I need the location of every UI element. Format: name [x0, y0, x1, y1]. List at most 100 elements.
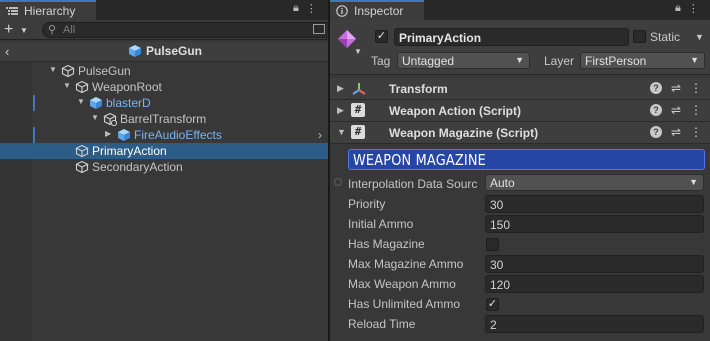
component-menu-icon[interactable]: ⋮ [690, 81, 702, 95]
more-options-icon[interactable]: ⋮ [306, 2, 317, 15]
collapse-arrow-icon[interactable]: ▼ [49, 65, 57, 74]
info-icon [336, 5, 348, 17]
tree-row-weaponroot[interactable]: ▼ WeaponRoot [0, 79, 328, 95]
gameobject-cube-icon [75, 160, 89, 177]
tree-row-pulsegun[interactable]: ▼ PulseGun [0, 63, 328, 79]
section-banner: WEAPON MAGAZINE [348, 149, 705, 170]
inspector-tabbar: Inspector 🔒︎ ⋮ [330, 0, 710, 20]
prop-value: Auto [490, 176, 515, 190]
tag-label: Tag [371, 54, 391, 68]
component-transform[interactable]: ▶ Transform ? ⇌ ⋮ [330, 78, 710, 100]
presets-icon[interactable]: ⇌ [671, 125, 681, 139]
help-icon[interactable]: ? [649, 82, 662, 94]
prop-interpolation: Interpolation Data Sourc Auto ▼ [330, 174, 710, 194]
tree-row-blasterd[interactable]: ▼ blasterD [0, 95, 328, 111]
prefab-title-label: PulseGun [146, 44, 203, 58]
component-title: Weapon Action (Script) [389, 104, 521, 118]
static-checkbox[interactable] [633, 30, 646, 43]
inspector-panel: Inspector 🔒︎ ⋮ ▼ ✓ PrimaryAction Static … [330, 0, 710, 341]
prop-label: Has Magazine [348, 237, 425, 251]
tab-inspector[interactable]: Inspector [330, 0, 424, 20]
component-title: Transform [389, 82, 448, 96]
tab-hierarchy[interactable]: Hierarchy [0, 0, 96, 20]
tree-row-barreltransform[interactable]: ▼ BarrelTransform [0, 111, 328, 127]
create-button[interactable]: + ▼ [4, 21, 34, 39]
gameobject-header: ▼ ✓ PrimaryAction Static ▼ Tag Untagged … [330, 20, 710, 75]
override-indicator [33, 95, 35, 111]
component-menu-icon[interactable]: ⋮ [690, 125, 702, 139]
prop-label: Interpolation Data Sourc [348, 177, 478, 191]
active-checkbox[interactable]: ✓ [375, 30, 388, 43]
plus-icon: + [4, 21, 14, 38]
tree-row-secondaryaction[interactable]: SecondaryAction [0, 159, 328, 175]
tag-dropdown[interactable]: Untagged ▼ [397, 52, 530, 69]
tab-hierarchy-label: Hierarchy [24, 4, 76, 18]
search-icon: ⚲ [48, 24, 57, 36]
max-magazine-ammo-field[interactable]: 30 [485, 255, 704, 273]
expand-arrow-icon[interactable]: ▶ [105, 129, 111, 138]
override-indicator [33, 127, 35, 143]
expand-arrow-icon[interactable]: ▶ [337, 83, 344, 94]
component-menu-icon[interactable]: ⋮ [690, 103, 702, 117]
hierarchy-list-icon [6, 7, 18, 15]
hierarchy-panel: Hierarchy 🔒︎ ⋮ +▼ ⚲ ‹ PulseGun ▼PulseGun… [0, 0, 334, 341]
reload-time-field[interactable]: 2 [485, 315, 704, 333]
help-icon[interactable]: ? [649, 104, 662, 116]
expand-arrow-icon[interactable]: ▶ [337, 105, 344, 116]
help-icon[interactable]: ? [649, 126, 662, 138]
static-dropdown-icon[interactable]: ▼ [695, 32, 704, 42]
max-weapon-ammo-field[interactable]: 120 [485, 275, 704, 293]
tag-value: Untagged [402, 54, 455, 68]
has-unlimited-ammo-checkbox[interactable]: ✓ [486, 298, 499, 311]
prop-has-unlimited-ammo: Has Unlimited Ammo ✓ [330, 294, 710, 314]
prop-label: Max Weapon Ammo [348, 277, 456, 291]
prefab-title: PulseGun [128, 44, 202, 58]
tree-row-primaryaction[interactable]: PrimaryAction [0, 143, 328, 159]
prop-max-weapon-ammo: Max Weapon Ammo 120 [330, 274, 710, 294]
interpolation-dropdown[interactable]: Auto ▼ [485, 174, 704, 191]
object-name-field[interactable]: PrimaryAction [394, 28, 629, 46]
component-title: Weapon Magazine (Script) [389, 126, 539, 140]
open-prefab-arrow-icon[interactable]: › [318, 128, 322, 142]
layer-label: Layer [544, 54, 575, 68]
transform-icon [352, 83, 366, 95]
tree-row-fireaudioeffects[interactable]: ▶ FireAudioEffects › [0, 127, 328, 143]
tree-item-label: SecondaryAction [92, 160, 183, 174]
presets-icon[interactable]: ⇌ [671, 103, 681, 117]
collapse-arrow-icon[interactable]: ▼ [91, 113, 99, 122]
chevron-down-icon[interactable]: ▼ [354, 47, 362, 56]
lock-icon[interactable]: 🔒︎ [675, 2, 681, 15]
more-options-icon[interactable]: ⋮ [688, 2, 699, 15]
search-input[interactable] [63, 23, 293, 37]
hierarchy-tabbar: Hierarchy 🔒︎ ⋮ [0, 0, 328, 20]
chevron-down-icon: ▼ [20, 26, 28, 35]
back-arrow-icon[interactable]: ‹ [5, 44, 9, 59]
collapse-arrow-icon[interactable]: ▼ [63, 81, 71, 90]
prop-label: Initial Ammo [348, 217, 414, 231]
initial-ammo-field[interactable]: 150 [485, 215, 704, 233]
has-magazine-checkbox[interactable] [486, 238, 499, 251]
lock-icon[interactable]: 🔒︎ [293, 2, 299, 15]
banner-text: WEAPON MAGAZINE [353, 151, 486, 169]
layer-dropdown[interactable]: FirstPerson ▼ [580, 52, 705, 69]
prop-reload-time: Reload Time 2 [330, 314, 710, 334]
prop-has-magazine: Has Magazine [330, 234, 710, 254]
prop-label: Max Magazine Ammo [348, 257, 464, 271]
prop-max-magazine-ammo: Max Magazine Ammo 30 [330, 254, 710, 274]
tree-item-label: BarrelTransform [120, 112, 207, 126]
collapse-arrow-icon[interactable]: ▼ [77, 97, 85, 106]
tab-inspector-label: Inspector [354, 4, 404, 18]
search-options-icon[interactable] [313, 24, 325, 34]
collapse-arrow-icon[interactable]: ▼ [337, 127, 346, 137]
script-icon: # [351, 125, 365, 139]
prop-label: Reload Time [348, 317, 416, 331]
tree-item-label: WeaponRoot [92, 80, 162, 94]
presets-icon[interactable]: ⇌ [671, 81, 681, 95]
chevron-down-icon: ▼ [515, 55, 524, 65]
prop-label: Has Unlimited Ammo [348, 297, 461, 311]
component-weapon-action[interactable]: ▶ # Weapon Action (Script) ? ⇌ ⋮ [330, 100, 710, 122]
priority-field[interactable]: 30 [485, 195, 704, 213]
component-weapon-magazine[interactable]: ▼ # Weapon Magazine (Script) ? ⇌ ⋮ [330, 122, 710, 144]
chevron-down-icon: ▼ [689, 177, 698, 187]
gameobject-gem-icon[interactable] [337, 29, 357, 49]
